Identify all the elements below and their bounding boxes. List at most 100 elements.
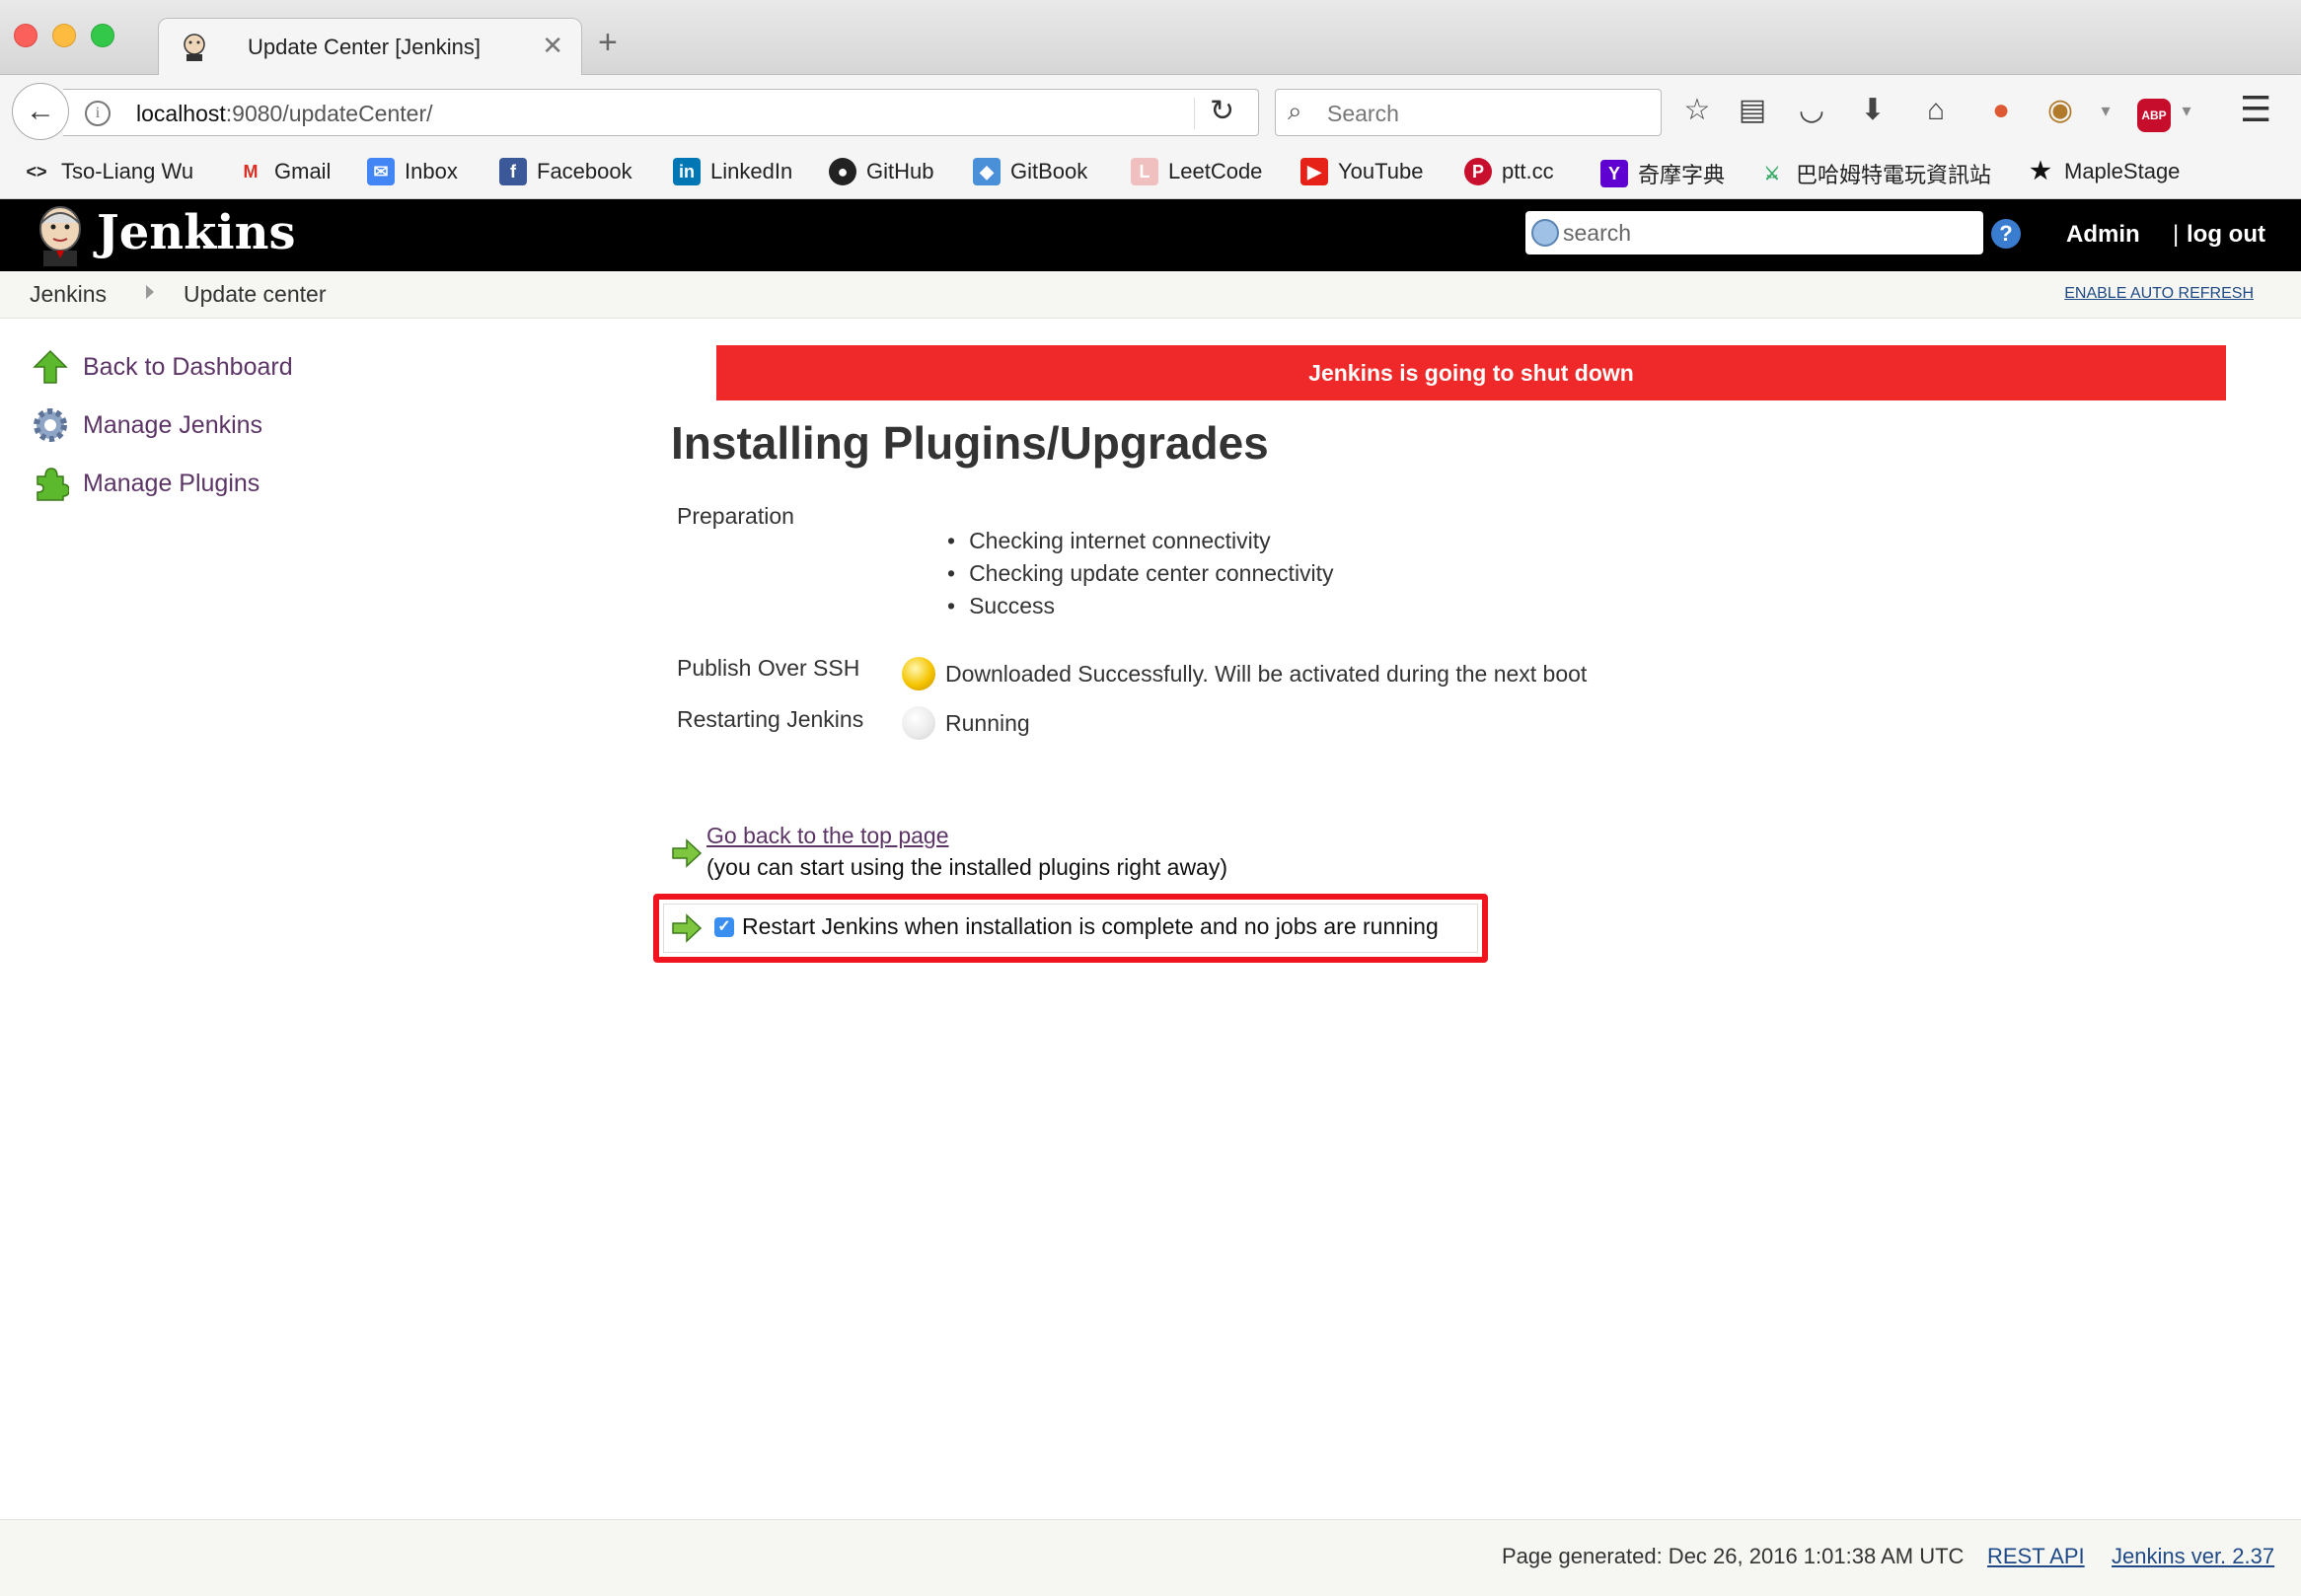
extension-monkey-icon[interactable]: ◉ [2041, 91, 2080, 130]
job-status: Downloaded Successfully. Will be activat… [945, 661, 1588, 687]
bahamut-icon: ⚔ [1763, 164, 1781, 183]
back-arrow-icon: ← [26, 95, 55, 127]
reading-list-icon[interactable]: ▤ [1733, 91, 1772, 130]
restart-checkbox-label[interactable]: Restart Jenkins when installation is com… [742, 913, 1439, 940]
sidebar-item-label[interactable]: Manage Jenkins [83, 411, 262, 440]
extension-dropdown-icon[interactable]: ▾ [2086, 91, 2125, 130]
browser-search-input[interactable]: ⌕ Search [1275, 89, 1662, 136]
inbox-icon: ✉ [367, 158, 395, 185]
facebook-icon: f [499, 158, 527, 185]
preparation-label: Preparation [677, 503, 794, 529]
search-icon [1531, 219, 1559, 247]
adblock-icon[interactable]: ABP [2137, 99, 2171, 132]
jenkins-brand[interactable]: Jenkins [97, 205, 296, 260]
bookmark-item[interactable]: Y 奇摩字典 [1600, 158, 1725, 189]
breadcrumb-arrow-icon[interactable] [146, 285, 154, 299]
help-icon[interactable]: ? [1991, 219, 2021, 249]
sidebar-item-manage-jenkins[interactable]: Manage Jenkins [28, 405, 262, 445]
url-text[interactable]: localhost:9080/updateCenter/ [136, 101, 433, 127]
linkedin-icon: in [673, 158, 701, 185]
sidebar-item-back-to-dashboard[interactable]: Back to Dashboard [28, 347, 293, 387]
page-generated-text: Page generated: Dec 26, 2016 1:01:38 AM … [1502, 1544, 1965, 1568]
bookmark-item[interactable]: in LinkedIn [673, 158, 792, 185]
bookmark-item[interactable]: ◆ GitBook [973, 158, 1087, 185]
green-arrow-icon [672, 913, 703, 943]
gear-icon [28, 405, 73, 445]
jenkins-search-placeholder: search [1563, 220, 1632, 246]
info-icon[interactable]: i [85, 101, 111, 126]
tab-title: Update Center [Jenkins] [248, 35, 482, 59]
url-bar[interactable]: i localhost:9080/updateCenter/ ↻ [63, 89, 1259, 136]
window-maximize-button[interactable] [91, 24, 114, 47]
enable-auto-refresh-link[interactable]: ENABLE AUTO REFRESH [2064, 285, 2254, 303]
jenkins-version-link[interactable]: Jenkins ver. 2.37 [2112, 1544, 2274, 1569]
shutdown-banner: Jenkins is going to shut down [716, 345, 2226, 400]
download-icon[interactable]: ⬇ [1853, 91, 1893, 130]
status-grey-ball-icon [902, 706, 935, 740]
jenkins-logo-icon[interactable] [30, 203, 91, 266]
bookmark-item[interactable]: ✉ Inbox [367, 158, 458, 185]
gitbook-icon: ◆ [973, 158, 1001, 185]
status-yellow-ball-icon [902, 657, 935, 690]
yahoo-icon: Y [1600, 160, 1628, 187]
back-button[interactable]: ← [12, 83, 69, 140]
logout-link[interactable]: log out [2187, 221, 2265, 249]
bookmark-item[interactable]: ▶ YouTube [1300, 158, 1423, 185]
job-name: Publish Over SSH [677, 655, 860, 681]
star-icon: ★ [2030, 158, 2051, 184]
github-icon: ● [829, 158, 856, 185]
tab-close-icon[interactable]: ✕ [542, 31, 563, 61]
jenkins-favicon-icon [184, 34, 205, 61]
up-arrow-icon [28, 347, 73, 387]
sidebar-item-label[interactable]: Back to Dashboard [83, 353, 293, 382]
bookmark-item[interactable]: ⚔ 巴哈姆特電玩資訊站 [1758, 158, 1991, 189]
preparation-steps: Checking internet connectivity Checking … [947, 525, 1334, 622]
youtube-icon: ▶ [1300, 158, 1328, 185]
go-back-top-link[interactable]: Go back to the top page [706, 823, 949, 849]
bookmark-item[interactable]: f Facebook [499, 158, 632, 185]
browser-search-placeholder: Search [1327, 101, 1399, 126]
sidebar-item-label[interactable]: Manage Plugins [83, 470, 260, 498]
duckduckgo-icon[interactable]: ● [1981, 91, 2021, 130]
browser-tab[interactable]: Update Center [Jenkins] ✕ [158, 18, 582, 75]
search-icon: ⌕ [1288, 96, 1302, 125]
window-minimize-button[interactable] [52, 24, 76, 47]
ptt-icon: P [1464, 158, 1492, 185]
bookmarks-bar: <> Tso-Liang Wu M Gmail ✉ Inbox f Facebook i… [0, 154, 2301, 199]
bookmark-star-icon[interactable]: ☆ [1677, 91, 1717, 130]
page-title: Installing Plugins/Upgrades [671, 417, 1269, 469]
window-close-button[interactable] [14, 24, 37, 47]
url-divider [1194, 98, 1195, 129]
jenkins-search-input[interactable]: search [1525, 211, 1983, 254]
browser-nav-bar: i localhost:9080/updateCenter/ ↻ ← ⌕ Sea… [0, 75, 2301, 154]
user-link[interactable]: Admin [2066, 221, 2140, 249]
sidebar-item-manage-plugins[interactable]: Manage Plugins [28, 464, 260, 503]
green-arrow-icon [672, 838, 703, 868]
new-tab-button[interactable]: + [598, 26, 618, 59]
bookmark-item[interactable]: <> Tso-Liang Wu [22, 158, 193, 185]
adblock-dropdown-icon[interactable]: ▾ [2167, 91, 2206, 130]
bookmark-item[interactable]: M Gmail [237, 158, 332, 185]
bookmark-item[interactable]: ★ MapleStage [2027, 158, 2180, 185]
hamburger-menu-icon[interactable]: ☰ [2240, 89, 2271, 130]
job-status: Running [945, 710, 1030, 736]
job-name: Restarting Jenkins [677, 706, 864, 732]
breadcrumb-update-center[interactable]: Update center [184, 281, 326, 308]
list-item: Checking internet connectivity [947, 525, 1334, 557]
header-separator: | [2173, 221, 2180, 248]
bookmark-item[interactable]: Pptt.cc [1464, 158, 1554, 185]
pocket-icon[interactable]: ◡ [1792, 91, 1831, 130]
code-icon: <> [26, 162, 47, 181]
reload-icon[interactable]: ↻ [1210, 94, 1234, 128]
puzzle-icon [28, 464, 73, 503]
breadcrumb-jenkins[interactable]: Jenkins [30, 281, 107, 308]
list-item: Checking update center connectivity [947, 557, 1334, 590]
gmail-icon: M [243, 162, 259, 181]
bookmark-item[interactable]: ● GitHub [829, 158, 933, 185]
rest-api-link[interactable]: REST API [1987, 1544, 2085, 1569]
home-icon[interactable]: ⌂ [1916, 91, 1956, 130]
restart-checkbox[interactable]: ✓ [714, 917, 734, 937]
list-item: Success [947, 590, 1334, 622]
leetcode-icon: L [1131, 158, 1158, 185]
bookmark-item[interactable]: L LeetCode [1131, 158, 1262, 185]
